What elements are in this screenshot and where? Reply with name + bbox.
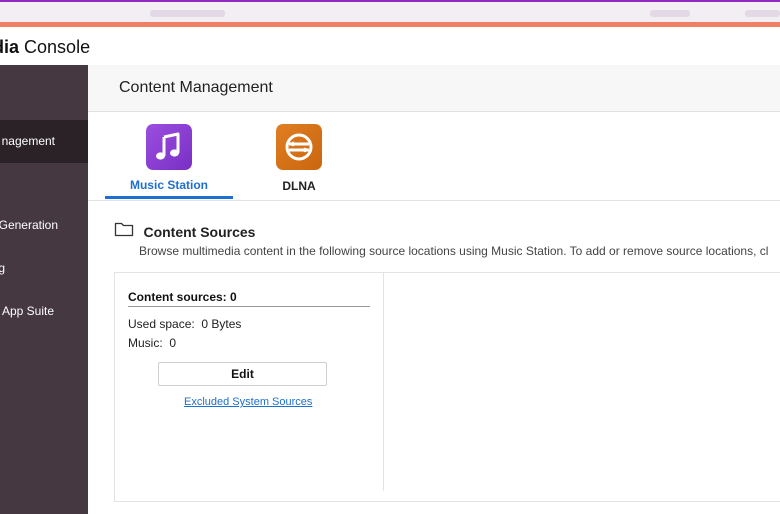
sidebar-item-app-suite[interactable]: App Suite [0, 304, 88, 322]
folder-icon [114, 221, 134, 242]
used-space-label: Used space: [128, 317, 195, 331]
sidebar-item-label: App Suite [1, 304, 54, 318]
divider [128, 306, 370, 307]
app-title: edia Console [0, 37, 91, 57]
app-titlebar: edia Console [0, 27, 780, 65]
blurred-tab [650, 10, 690, 17]
app-tabs: Music Station DLNA [88, 112, 780, 201]
edit-button[interactable]: Edit [158, 362, 327, 386]
sidebar-item-g[interactable]: g [0, 261, 88, 279]
sidebar-item-label: Generation [0, 218, 58, 232]
blurred-tab [745, 10, 780, 17]
used-space-row: Used space: 0 Bytes [128, 317, 241, 331]
section-title: Content Sources [143, 223, 256, 240]
page-title: Content Management [119, 79, 273, 96]
sidebar-item-label: nagement [1, 134, 55, 148]
blurred-tab [150, 10, 225, 17]
used-space-value: 0 Bytes [201, 317, 242, 331]
content-sources-header: Content Sources [114, 221, 256, 242]
tab-label: Music Station [129, 178, 208, 192]
music-count-row: Music: 0 [128, 336, 176, 350]
sidebar-item-content-management[interactable]: nagement [0, 120, 88, 163]
dlna-icon [276, 124, 322, 170]
browser-top-strip [0, 0, 780, 22]
sidebar-item-generation[interactable]: Generation [0, 218, 88, 236]
tab-dlna[interactable]: DLNA [235, 112, 363, 199]
music-note-icon [146, 124, 192, 170]
section-description: Browse multimedia content in the followi… [139, 244, 769, 258]
sidebar: nagement Generation g App Suite [0, 65, 88, 514]
music-label: Music: [128, 336, 163, 350]
content-sources-count: Content sources: 0 [128, 290, 237, 304]
sidebar-item-label: g [0, 261, 5, 275]
active-tab-indicator [105, 196, 233, 199]
excluded-system-sources-link[interactable]: Excluded System Sources [184, 396, 312, 408]
content-area: Content Sources Browse multimedia conten… [88, 201, 780, 514]
panel-divider [383, 273, 384, 491]
tab-label: DLNA [282, 179, 316, 193]
main-panel: Content Management Music Station DLNA Co… [88, 65, 780, 514]
page-header: Content Management [88, 65, 780, 112]
content-sources-panel: Content sources: 0 Used space: 0 Bytes M… [114, 272, 780, 502]
tab-music-station[interactable]: Music Station [105, 112, 233, 199]
music-value: 0 [169, 336, 177, 350]
